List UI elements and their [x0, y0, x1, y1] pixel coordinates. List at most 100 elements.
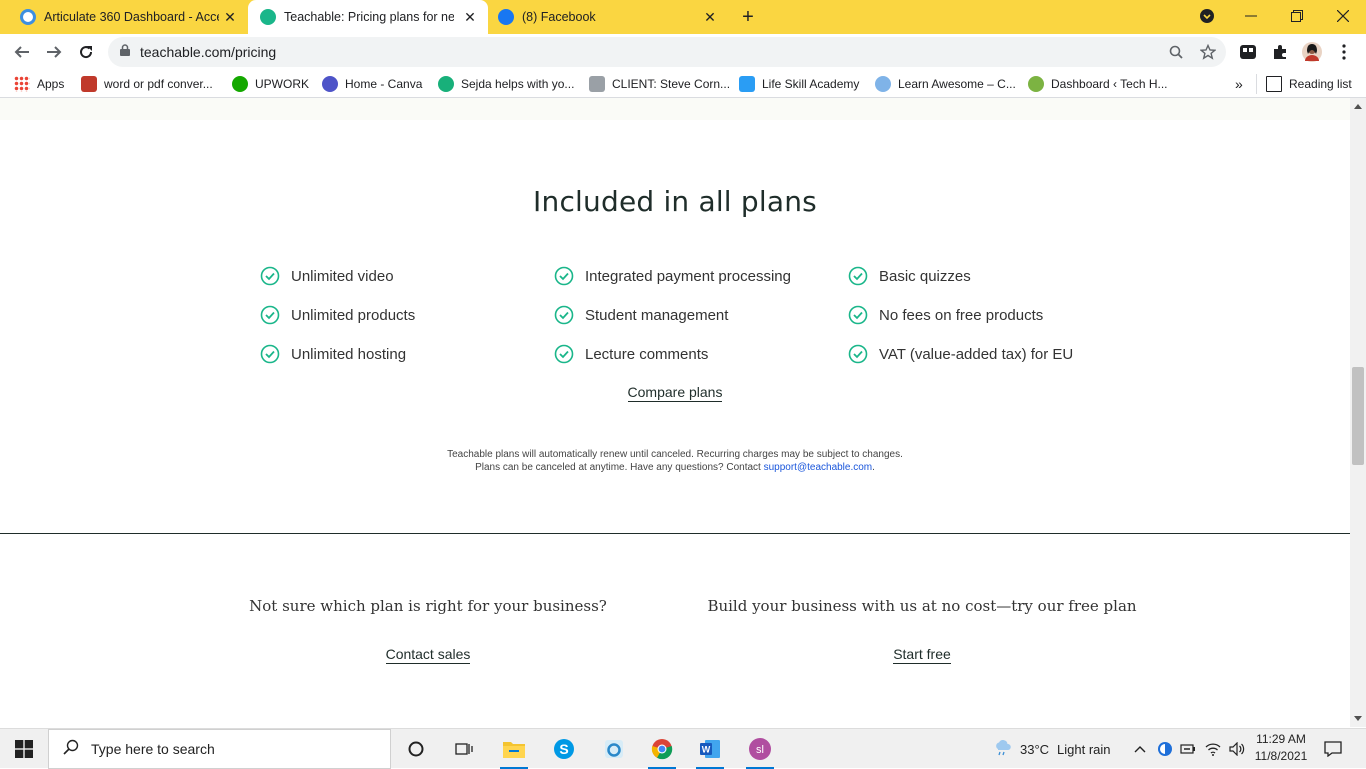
- windows-start-icon[interactable]: [4, 733, 44, 765]
- cortana-icon[interactable]: [396, 733, 436, 765]
- canva-icon: [322, 76, 338, 92]
- compare-plans-row: Compare plans: [0, 384, 1350, 402]
- word-icon[interactable]: W: [690, 733, 730, 769]
- wifi-icon[interactable]: [1202, 733, 1224, 765]
- onedrive-sync-icon[interactable]: [1154, 733, 1176, 765]
- weather-desc[interactable]: Light rain: [1057, 742, 1110, 757]
- page-scrollbar[interactable]: [1350, 98, 1366, 727]
- bookmark-label: Dashboard ‹ Tech H...: [1051, 77, 1168, 91]
- user-profile-app-icon[interactable]: sl: [740, 733, 780, 769]
- globe-icon: [875, 76, 891, 92]
- bookmark-pdf-converter[interactable]: word or pdf conver...: [81, 75, 213, 93]
- url-text[interactable]: teachable.com/pricing: [140, 44, 276, 60]
- bookmark-star-icon[interactable]: [1198, 42, 1218, 62]
- close-tab-icon[interactable]: ✕: [702, 9, 718, 25]
- taskbar-search-box[interactable]: Type here to search: [48, 729, 391, 769]
- feature-label: VAT (value-added tax) for EU: [879, 345, 1074, 363]
- lock-icon[interactable]: [120, 43, 130, 61]
- bookmark-sejda[interactable]: Sejda helps with yo...: [438, 75, 574, 93]
- check-circle-icon: [554, 305, 574, 325]
- feature-item: Integrated payment processing: [554, 264, 791, 288]
- dashboard-icon: [1028, 76, 1044, 92]
- clock-date: 11/8/2021: [1254, 749, 1308, 763]
- tab-articulate[interactable]: Articulate 360 Dashboard - Acce ✕: [0, 0, 248, 34]
- close-tab-icon[interactable]: ✕: [222, 9, 238, 25]
- contact-sales-link[interactable]: Contact sales: [385, 646, 471, 664]
- tab-search-icon[interactable]: [1184, 0, 1230, 32]
- scroll-up-arrow-icon[interactable]: [1354, 104, 1362, 109]
- bookmarks-overflow-icon[interactable]: »: [1235, 75, 1243, 93]
- back-icon[interactable]: [8, 38, 36, 66]
- feature-item: VAT (value-added tax) for EU: [848, 342, 1073, 366]
- check-circle-icon: [260, 266, 280, 286]
- new-tab-button[interactable]: +: [736, 4, 760, 30]
- bookmark-canva[interactable]: Home - Canva: [322, 75, 422, 93]
- scrollbar-thumb[interactable]: [1352, 367, 1364, 465]
- notifications-icon[interactable]: [1318, 733, 1348, 765]
- check-circle-icon: [554, 344, 574, 364]
- bookmark-label: Sejda helps with yo...: [461, 77, 575, 91]
- volume-icon[interactable]: [1226, 733, 1248, 765]
- reading-list-button[interactable]: Reading list: [1266, 75, 1352, 93]
- start-free-row: Start free: [692, 646, 1152, 664]
- extension-grid-icon[interactable]: [1238, 42, 1258, 62]
- start-free-link[interactable]: Start free: [893, 646, 951, 664]
- check-circle-icon: [554, 266, 574, 286]
- address-bar[interactable]: teachable.com/pricing: [108, 37, 1226, 67]
- extensions-puzzle-icon[interactable]: [1270, 42, 1290, 62]
- browser-toolbar: teachable.com/pricing: [0, 34, 1366, 70]
- feature-item: Basic quizzes: [848, 264, 971, 288]
- scroll-down-arrow-icon[interactable]: [1354, 716, 1362, 721]
- browser-menu-icon[interactable]: [1334, 42, 1354, 62]
- feature-item: Lecture comments: [554, 342, 708, 366]
- feature-label: No fees on free products: [879, 306, 1044, 324]
- profile-avatar-icon[interactable]: [1302, 42, 1322, 62]
- bookmark-apps[interactable]: Apps: [14, 75, 64, 93]
- windows-taskbar: Type here to search S W sl 33°C Light ra…: [0, 728, 1366, 769]
- system-clock[interactable]: 11:29 AM 11/8/2021: [1250, 731, 1312, 767]
- task-view-icon[interactable]: [444, 733, 484, 765]
- zoom-search-icon[interactable]: [1166, 42, 1186, 62]
- fine-print-text: Plans can be canceled at anytime. Have a…: [475, 462, 764, 473]
- reload-icon[interactable]: [72, 38, 100, 66]
- bookmark-upwork[interactable]: UPWORK: [232, 75, 309, 93]
- tab-title: (8) Facebook: [522, 10, 596, 24]
- close-tab-icon[interactable]: ✕: [462, 9, 478, 25]
- show-hidden-icons-chevron-icon[interactable]: [1128, 733, 1152, 765]
- facebook-favicon-icon: [498, 9, 514, 25]
- fine-print-line1: Teachable plans will automatically renew…: [447, 449, 903, 460]
- skype-icon[interactable]: S: [544, 733, 584, 765]
- compare-plans-link[interactable]: Compare plans: [627, 384, 723, 402]
- close-window-icon[interactable]: [1320, 0, 1366, 32]
- tab-teachable[interactable]: Teachable: Pricing plans for new ✕: [248, 0, 488, 34]
- file-explorer-icon[interactable]: [494, 733, 534, 769]
- tab-title: Articulate 360 Dashboard - Acce: [44, 10, 219, 24]
- search-icon: [63, 739, 79, 760]
- right-question: Build your business with us at no cost—t…: [707, 597, 1137, 615]
- battery-icon[interactable]: [1178, 733, 1200, 765]
- bookmarks-divider: [1256, 74, 1257, 94]
- feature-label: Student management: [585, 306, 729, 324]
- page-content: Included in all plans Unlimited video Un…: [0, 98, 1350, 727]
- bookmark-label: Home - Canva: [345, 77, 423, 91]
- minimize-window-icon[interactable]: [1228, 0, 1274, 32]
- bookmark-learn-awesome[interactable]: Learn Awesome – C...: [875, 75, 1016, 93]
- forward-icon[interactable]: [40, 38, 68, 66]
- pdf-icon: [81, 76, 97, 92]
- weather-rain-icon[interactable]: [994, 739, 1012, 759]
- bookmark-dashboard[interactable]: Dashboard ‹ Tech H...: [1028, 75, 1168, 93]
- chrome-icon[interactable]: [642, 733, 682, 769]
- restore-window-icon[interactable]: [1274, 0, 1320, 32]
- articulate-app-icon[interactable]: [594, 733, 634, 765]
- bookmark-label: Learn Awesome – C...: [898, 77, 1016, 91]
- support-email-link[interactable]: support@teachable.com: [764, 462, 873, 473]
- fine-print-period: .: [872, 462, 875, 473]
- bookmark-client[interactable]: CLIENT: Steve Corn...: [589, 75, 730, 93]
- feature-label: Lecture comments: [585, 345, 709, 363]
- tab-facebook[interactable]: (8) Facebook ✕: [488, 0, 728, 34]
- weather-temp[interactable]: 33°C: [1020, 742, 1049, 757]
- bookmark-life-skill[interactable]: Life Skill Academy: [739, 75, 859, 93]
- check-circle-icon: [848, 305, 868, 325]
- feature-item: Student management: [554, 303, 728, 327]
- feature-label: Basic quizzes: [879, 267, 971, 285]
